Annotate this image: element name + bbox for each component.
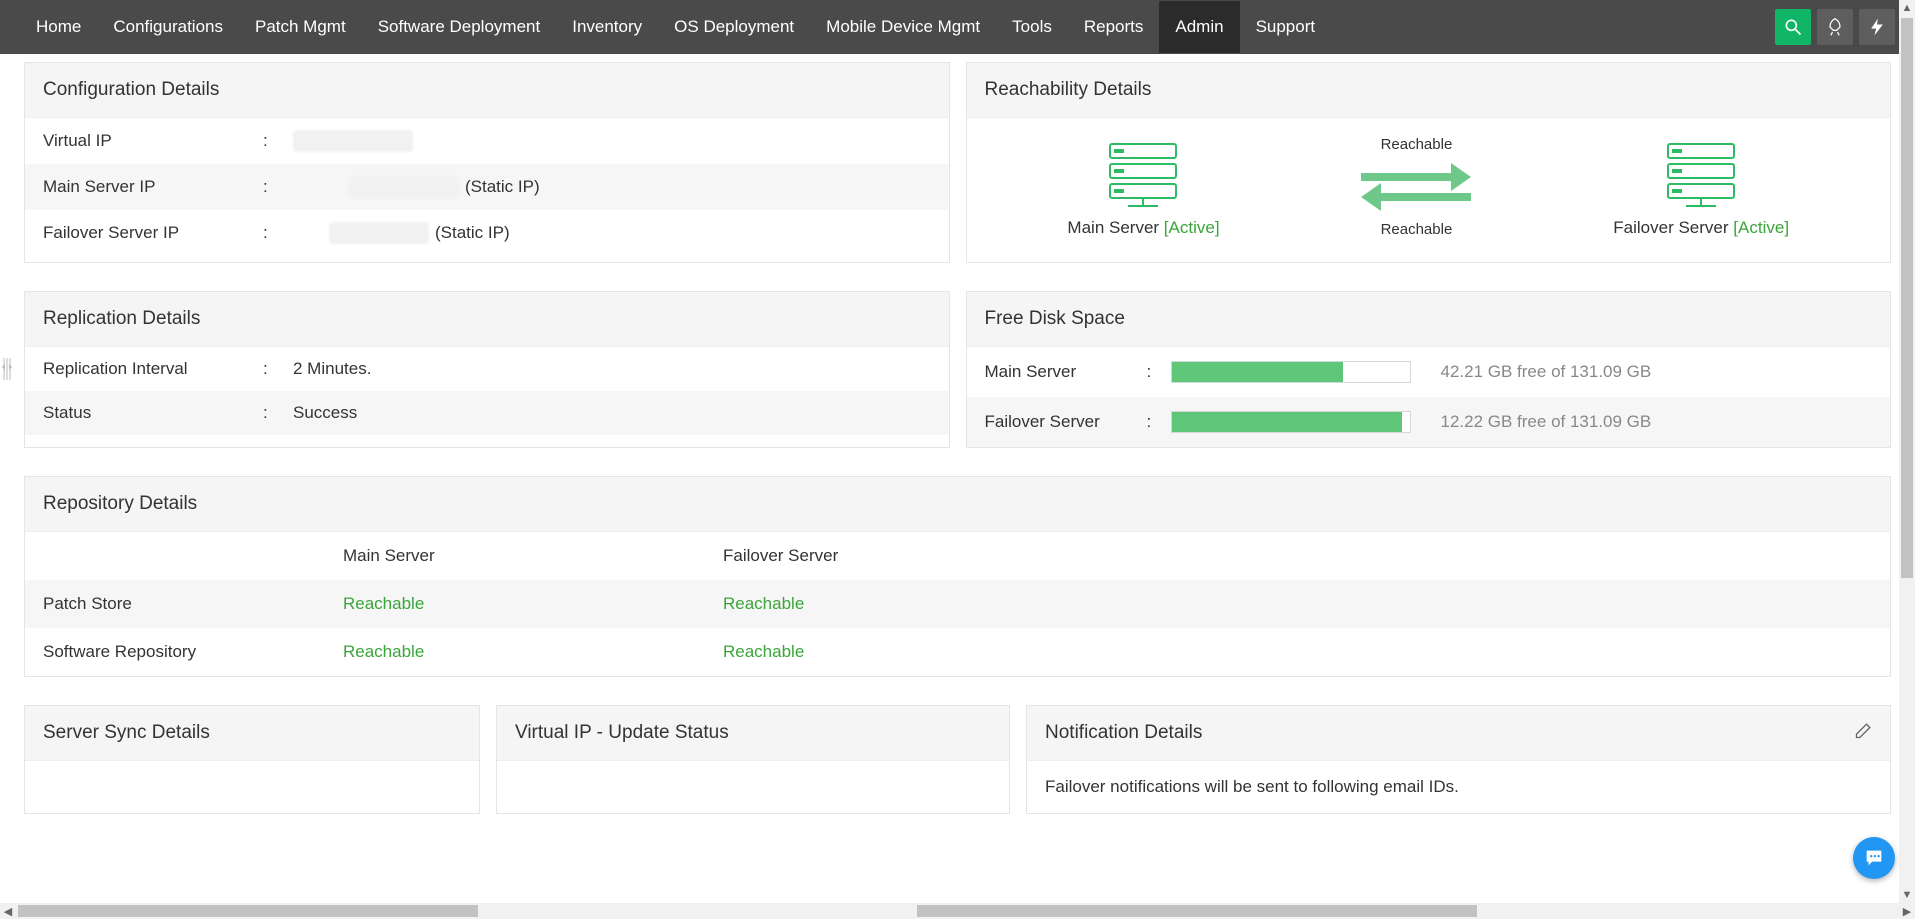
repo-col-main: Main Server xyxy=(343,546,723,566)
nav-admin[interactable]: Admin xyxy=(1159,1,1239,53)
value-failover-server-ip xyxy=(329,222,429,244)
nav-patch-mgmt[interactable]: Patch Mgmt xyxy=(239,1,362,53)
left-drawer-handle[interactable] xyxy=(0,350,14,388)
h-scroll-thumb-1[interactable] xyxy=(18,905,478,917)
edit-icon xyxy=(1854,720,1874,740)
chat-icon xyxy=(1863,847,1885,869)
reachable-bottom-label: Reachable xyxy=(1381,221,1453,238)
panel-header: Replication Details xyxy=(25,292,949,347)
vertical-scrollbar[interactable]: ▲ ▼ xyxy=(1899,0,1915,903)
label-replication-status: Status xyxy=(43,403,263,423)
configuration-details-panel: Configuration Details Virtual IP : Main … xyxy=(24,62,950,263)
lightning-icon xyxy=(1867,17,1887,37)
scroll-down-arrow[interactable]: ▼ xyxy=(1902,887,1913,903)
search-button[interactable] xyxy=(1775,9,1811,45)
label-failover-server-ip: Failover Server IP xyxy=(43,223,263,243)
scroll-right-arrow[interactable]: ▶ xyxy=(1899,905,1915,918)
edit-notification-button[interactable] xyxy=(1854,720,1874,746)
server-icon xyxy=(1666,142,1736,208)
panel-header: Repository Details xyxy=(25,477,1890,532)
top-nav-bar: Home Configurations Patch Mgmt Software … xyxy=(0,0,1915,54)
virtual-ip-update-status-panel: Virtual IP - Update Status xyxy=(496,705,1010,814)
disk-main-bar xyxy=(1171,361,1411,383)
server-sync-details-panel: Server Sync Details xyxy=(24,705,480,814)
repo-row-software-repo: Software Repository xyxy=(43,642,343,662)
nav-software-deployment[interactable]: Software Deployment xyxy=(362,1,557,53)
v-scroll-thumb[interactable] xyxy=(1901,18,1913,578)
disk-main-label: Main Server xyxy=(985,362,1135,382)
label-main-server-ip: Main Server IP xyxy=(43,177,263,197)
repository-details-panel: Repository Details Main Server Failover … xyxy=(24,476,1891,677)
repo-patch-failover: Reachable xyxy=(723,594,1872,614)
panel-header: Configuration Details xyxy=(25,63,949,118)
failover-ip-suffix: (Static IP) xyxy=(435,223,510,243)
search-icon xyxy=(1783,17,1803,37)
label-virtual-ip: Virtual IP xyxy=(43,131,263,151)
repo-software-main: Reachable xyxy=(343,642,723,662)
horizontal-scrollbar[interactable]: ◀ ▶ xyxy=(0,903,1915,919)
nav-tools[interactable]: Tools xyxy=(996,1,1068,53)
server-icon xyxy=(1108,142,1178,208)
reachability-details-panel: Reachability Details Main Server [Active… xyxy=(966,62,1892,263)
nav-inventory[interactable]: Inventory xyxy=(556,1,658,53)
panel-header: Notification Details xyxy=(1027,706,1890,761)
rocket-icon xyxy=(1825,17,1845,37)
value-replication-interval: 2 Minutes. xyxy=(293,359,371,379)
repo-software-failover: Reachable xyxy=(723,642,1872,662)
value-replication-status: Success xyxy=(293,403,357,423)
scroll-up-arrow[interactable]: ▲ xyxy=(1902,0,1913,16)
panel-header: Virtual IP - Update Status xyxy=(497,706,1009,761)
reachable-top-label: Reachable xyxy=(1381,136,1453,153)
panel-header: Reachability Details xyxy=(967,63,1891,118)
nav-support[interactable]: Support xyxy=(1240,1,1332,53)
value-virtual-ip xyxy=(293,130,413,152)
repo-row-patch-store: Patch Store xyxy=(43,594,343,614)
nav-configurations[interactable]: Configurations xyxy=(97,1,239,53)
label-replication-interval: Replication Interval xyxy=(43,359,263,379)
repo-patch-main: Reachable xyxy=(343,594,723,614)
bidirectional-arrow-icon xyxy=(1361,159,1471,215)
nav-home[interactable]: Home xyxy=(20,1,97,53)
disk-failover-bar xyxy=(1171,411,1411,433)
main-ip-suffix: (Static IP) xyxy=(465,177,540,197)
disk-failover-label: Failover Server xyxy=(985,412,1135,432)
disk-failover-info: 12.22 GB free of 131.09 GB xyxy=(1441,412,1652,432)
value-main-server-ip xyxy=(349,176,459,198)
actions-button[interactable] xyxy=(1859,9,1895,45)
failover-server-label: Failover Server [Active] xyxy=(1613,218,1789,238)
repo-col-failover: Failover Server xyxy=(723,546,1872,566)
panel-header: Free Disk Space xyxy=(967,292,1891,347)
nav-os-deployment[interactable]: OS Deployment xyxy=(658,1,810,53)
main-server-label: Main Server [Active] xyxy=(1067,218,1219,238)
free-disk-space-panel: Free Disk Space Main Server : 42.21 GB f… xyxy=(966,291,1892,448)
notification-details-panel: Notification Details Failover notificati… xyxy=(1026,705,1891,814)
scroll-left-arrow[interactable]: ◀ xyxy=(0,905,16,918)
quick-launch-button[interactable] xyxy=(1817,9,1853,45)
panel-header: Server Sync Details xyxy=(25,706,479,761)
main-nav: Home Configurations Patch Mgmt Software … xyxy=(20,1,1331,53)
notification-body-text: Failover notifications will be sent to f… xyxy=(1027,761,1890,813)
disk-main-info: 42.21 GB free of 131.09 GB xyxy=(1441,362,1652,382)
nav-reports[interactable]: Reports xyxy=(1068,1,1160,53)
nav-mobile-device-mgmt[interactable]: Mobile Device Mgmt xyxy=(810,1,996,53)
chat-fab[interactable] xyxy=(1853,837,1895,879)
replication-details-panel: Replication Details Replication Interval… xyxy=(24,291,950,448)
h-scroll-thumb-2[interactable] xyxy=(917,905,1477,917)
